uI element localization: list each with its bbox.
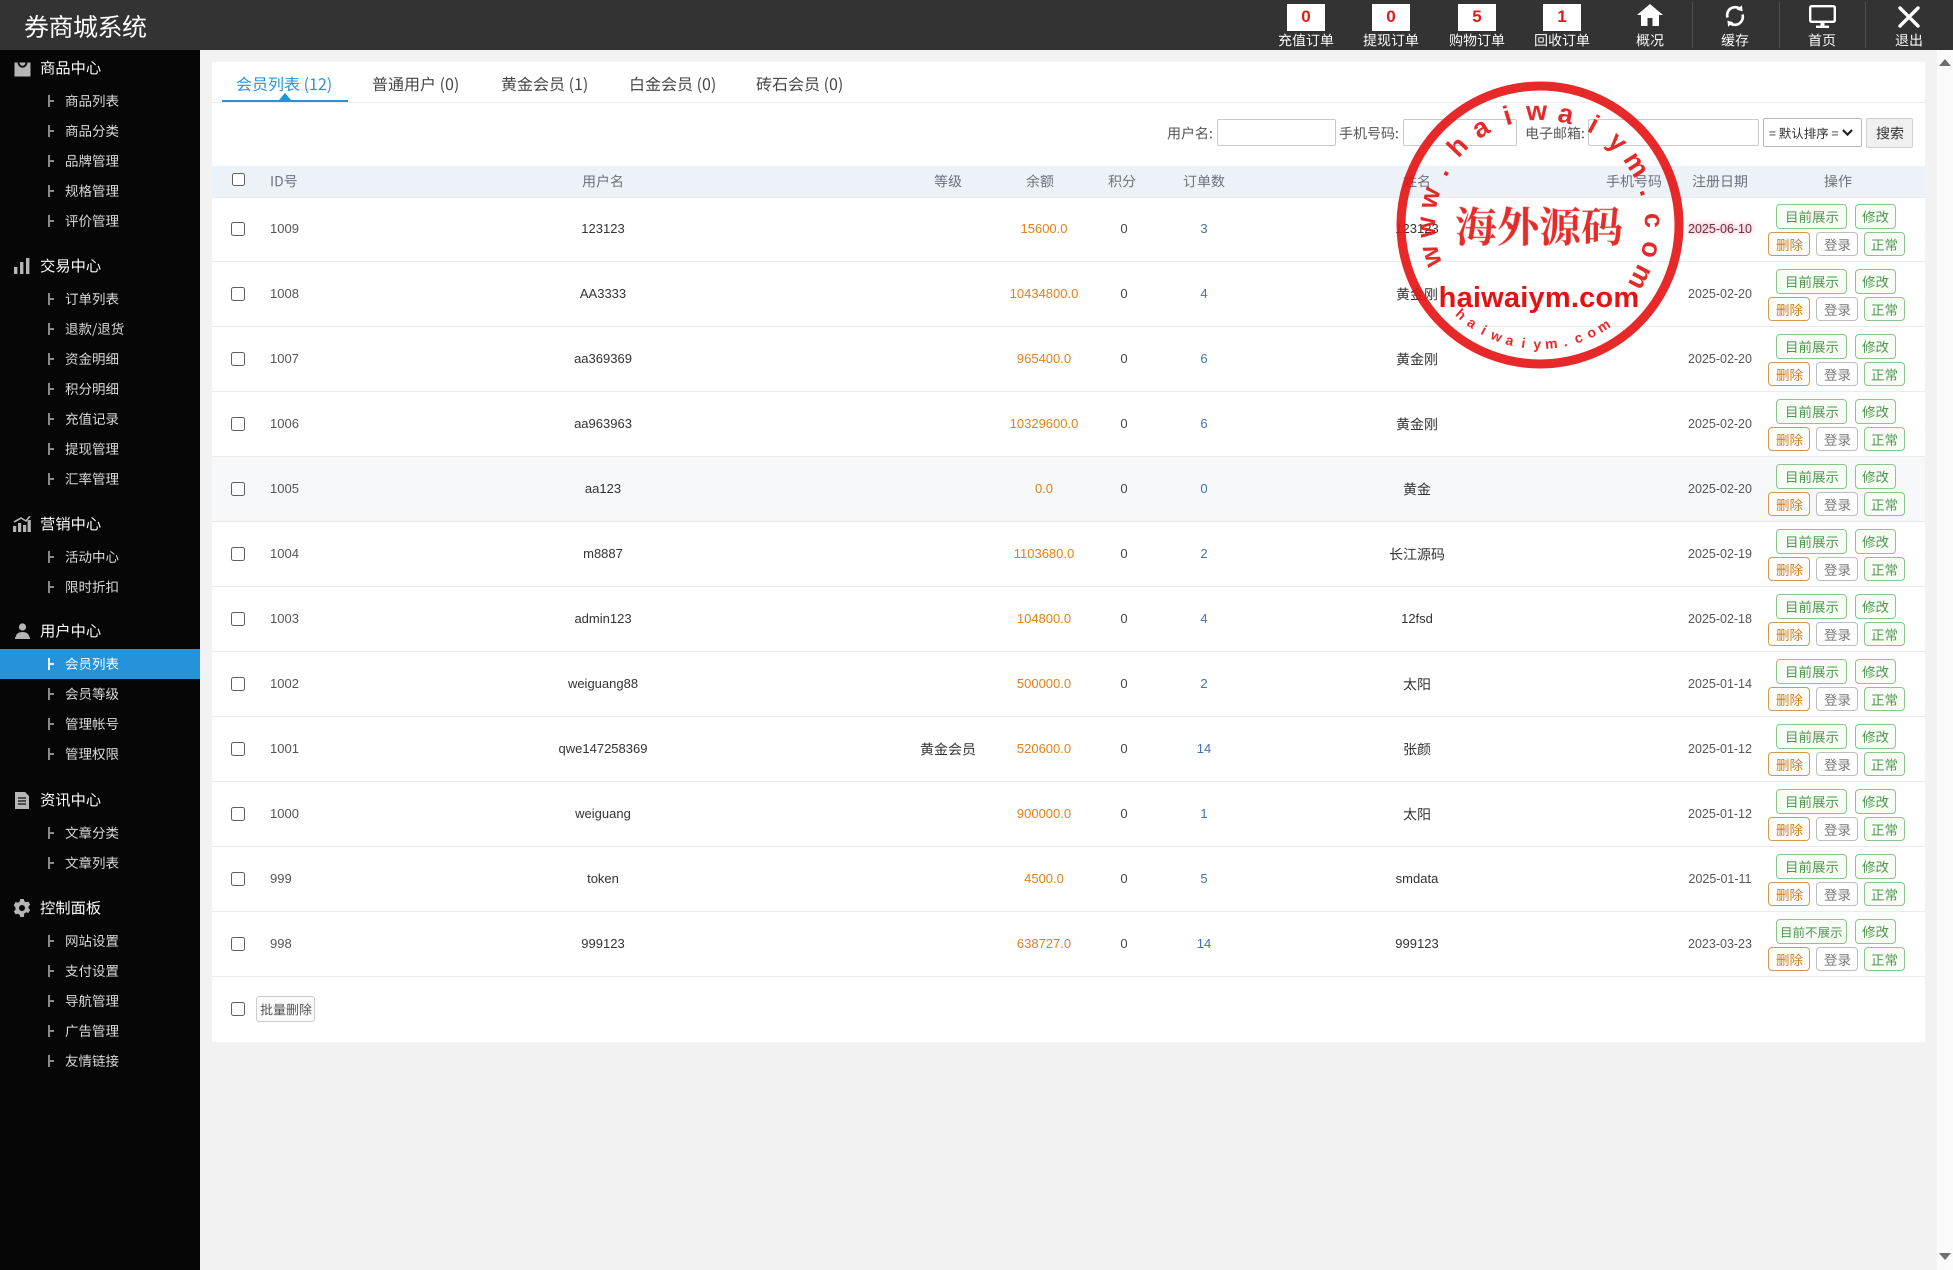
svg-text:i: i [1520, 335, 1526, 351]
svg-text:w: w [1413, 241, 1448, 271]
svg-text:m: m [1594, 316, 1613, 336]
svg-text:y: y [1602, 126, 1633, 158]
svg-text:o: o [1635, 239, 1668, 262]
svg-text:y: y [1533, 336, 1541, 352]
svg-text:a: a [1555, 98, 1577, 131]
svg-text:.: . [1633, 183, 1664, 199]
svg-text:m: m [1617, 146, 1655, 182]
svg-text:a: a [1466, 111, 1495, 145]
svg-text:w: w [1411, 215, 1441, 239]
svg-text:w: w [1412, 183, 1447, 212]
svg-text:i: i [1500, 100, 1516, 131]
svg-text:.: . [1561, 333, 1568, 349]
svg-text:i: i [1583, 109, 1604, 139]
svg-text:h: h [1441, 130, 1474, 163]
svg-text:m: m [1544, 335, 1558, 352]
svg-text:c: c [1572, 329, 1585, 347]
svg-text:i: i [1478, 322, 1489, 338]
svg-text:w: w [1525, 96, 1549, 127]
svg-text:w: w [1488, 326, 1505, 345]
svg-text:c: c [1639, 212, 1670, 228]
svg-text:a: a [1504, 331, 1516, 349]
svg-text:.: . [1425, 160, 1455, 181]
